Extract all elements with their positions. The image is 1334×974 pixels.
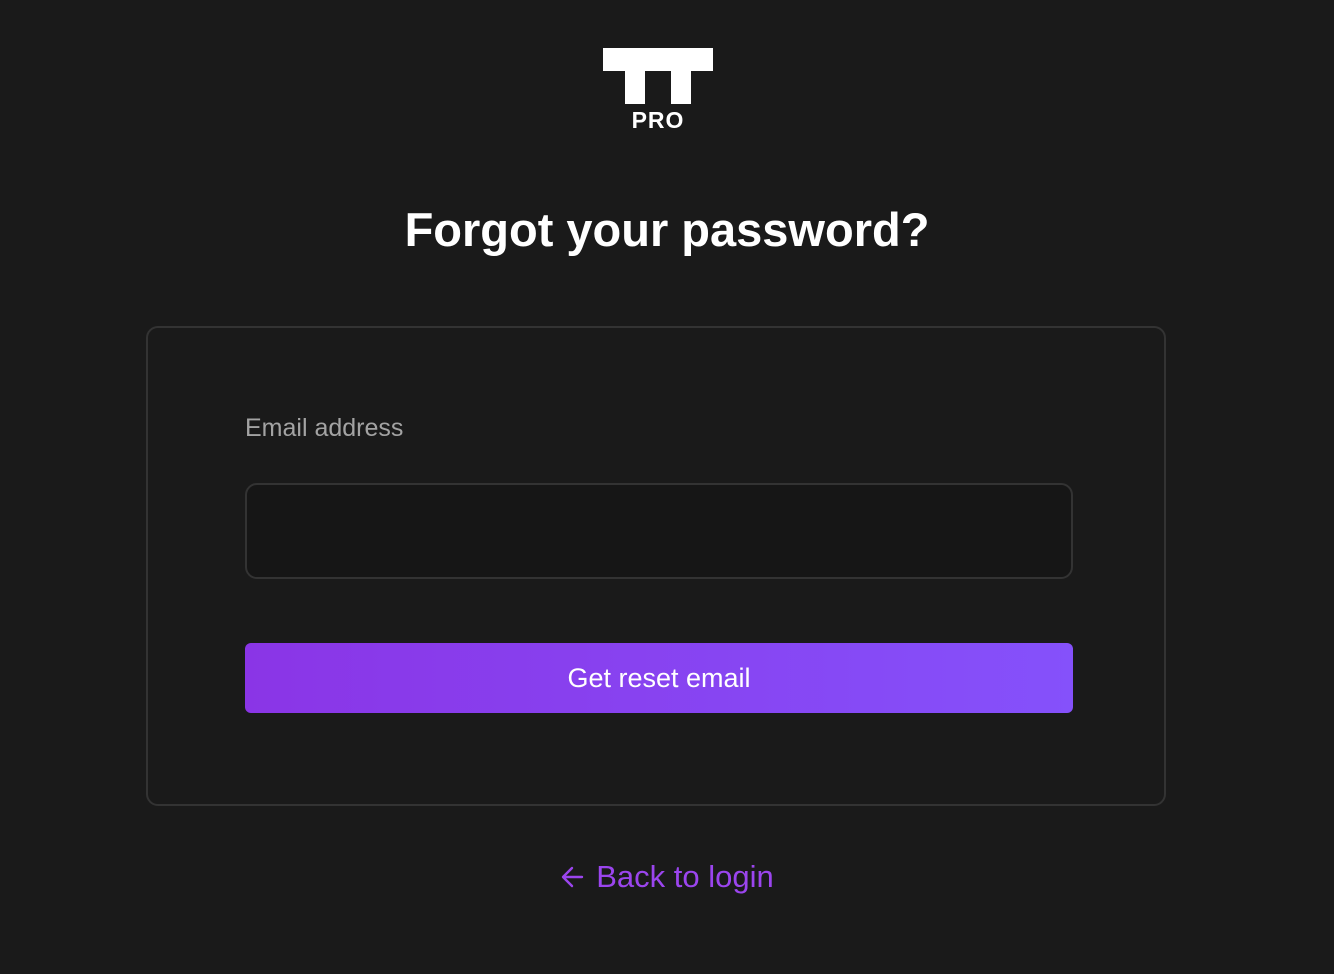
- arrow-left-icon: [562, 866, 584, 888]
- back-to-login-row: Back to login: [0, 856, 1334, 901]
- back-to-login-label: Back to login: [596, 859, 774, 894]
- back-to-login-link[interactable]: Back to login: [560, 856, 774, 898]
- email-field[interactable]: [245, 483, 1073, 579]
- forgot-password-page: PRO Forgot your password? Email address …: [0, 0, 1334, 974]
- email-label: Email address: [245, 414, 404, 442]
- get-reset-email-button[interactable]: Get reset email: [245, 643, 1073, 713]
- brand-logo: PRO: [603, 48, 713, 138]
- page-title: Forgot your password?: [404, 203, 930, 256]
- logo-text: PRO: [631, 107, 685, 133]
- tt-logo-icon: [603, 48, 713, 104]
- reset-form-card: Email address Get reset email: [146, 326, 1166, 806]
